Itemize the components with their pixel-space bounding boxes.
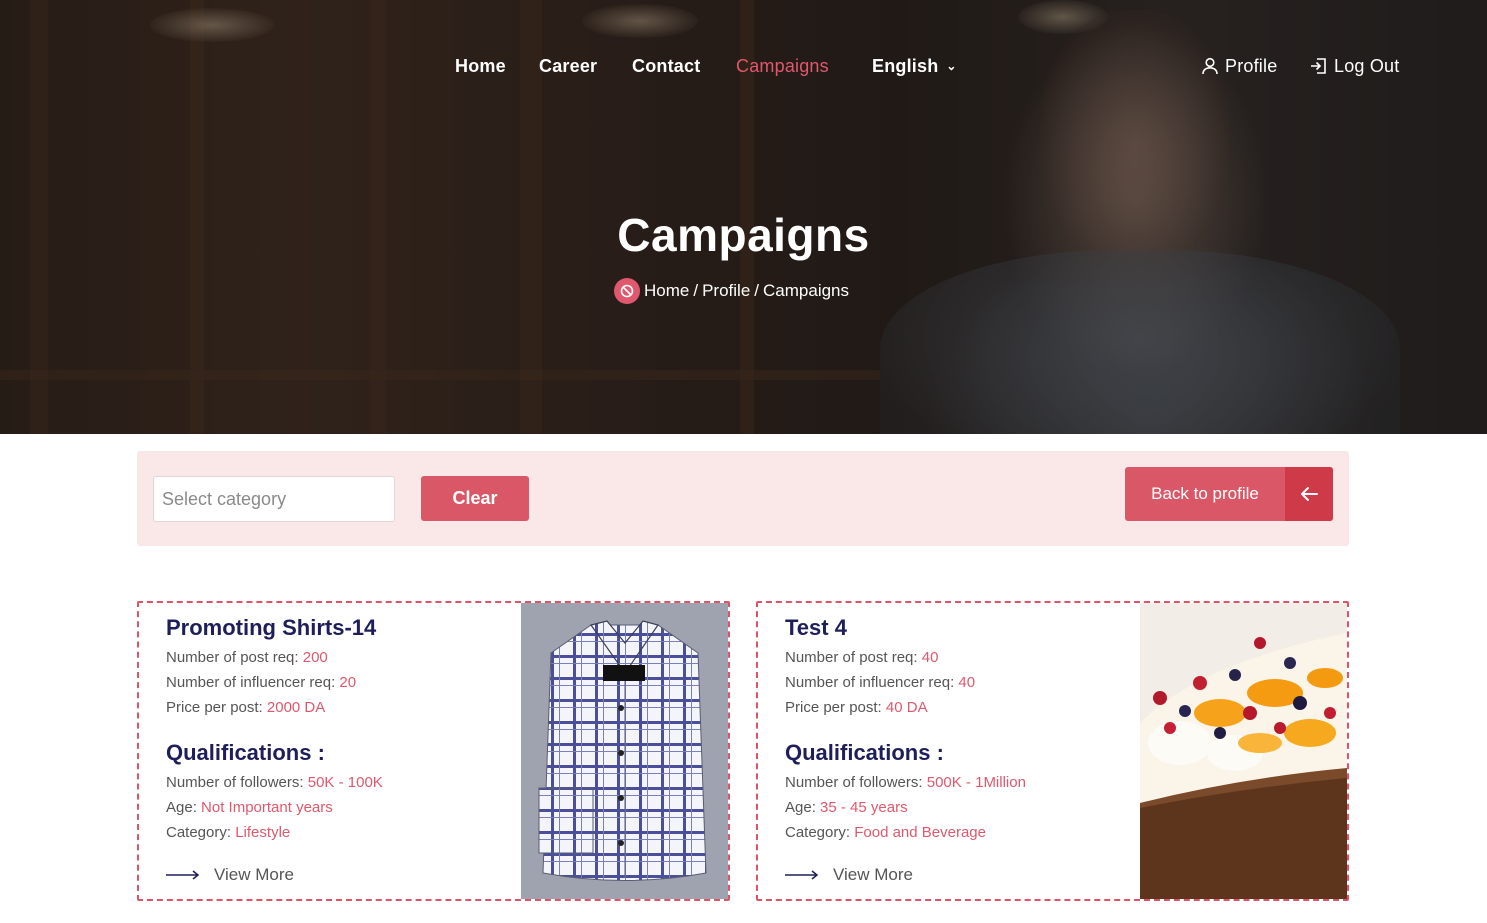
view-more-link[interactable]: View More <box>785 865 913 885</box>
nav-campaigns[interactable]: Campaigns <box>736 56 829 77</box>
language-selector[interactable]: English ⌄ <box>872 56 957 77</box>
language-label: English <box>872 56 939 76</box>
nav-home[interactable]: Home <box>455 56 506 77</box>
arrow-right-icon <box>785 870 819 880</box>
nav-career[interactable]: Career <box>539 56 597 77</box>
breadcrumb: Home / Profile / Campaigns <box>614 278 849 304</box>
user-icon <box>1202 57 1218 75</box>
campaign-card[interactable]: Test 4 Number of post req: 40 Number of … <box>756 601 1349 901</box>
chevron-down-icon: ⌄ <box>946 59 957 73</box>
campaign-title[interactable]: Test 4 <box>785 615 1135 645</box>
hero-banner: Home Career Contact Campaigns English ⌄ P… <box>0 0 1487 434</box>
clear-button[interactable]: Clear <box>421 476 529 521</box>
breadcrumb-separator: / <box>693 281 699 300</box>
campaign-card[interactable]: Promoting Shirts-14 Number of post req: … <box>137 601 730 901</box>
back-to-profile-label: Back to profile <box>1151 484 1259 503</box>
logout-icon <box>1311 58 1326 74</box>
logout-label: Log Out <box>1334 56 1400 76</box>
breadcrumb-profile[interactable]: Profile <box>702 281 750 301</box>
posts-required: Number of post req: 40 <box>785 649 939 666</box>
filter-bar: Select category Clear Back to profile <box>137 451 1349 546</box>
arrow-left-icon <box>1285 467 1333 521</box>
campaign-icon <box>614 278 640 304</box>
influencers-required: Number of influencer req: 20 <box>166 674 357 691</box>
age-range: Age: Not Important years <box>166 799 333 816</box>
arrow-right-icon <box>166 870 200 880</box>
campaign-title[interactable]: Promoting Shirts-14 <box>166 615 516 645</box>
followers-range: Number of followers: 50K - 100K <box>166 774 383 791</box>
view-more-link[interactable]: View More <box>166 865 294 885</box>
page-title: Campaigns <box>617 209 870 261</box>
age-range: Age: 35 - 45 years <box>785 799 908 816</box>
influencers-required: Number of influencer req: 40 <box>785 674 976 691</box>
posts-required: Number of post req: 200 <box>166 649 328 666</box>
category: Category: Lifestyle <box>166 824 291 841</box>
price-per-post: Price per post: 40 DA <box>785 699 928 716</box>
nav-logout[interactable]: Log Out <box>1310 56 1399 77</box>
tart-image <box>1140 603 1347 899</box>
qualifications-heading: Qualifications : <box>166 740 325 765</box>
breadcrumb-current: Campaigns <box>763 281 850 300</box>
price-per-post: Price per post: 2000 DA <box>166 699 326 716</box>
profile-label: Profile <box>1225 56 1278 76</box>
view-more-label: View More <box>833 865 913 884</box>
main-nav: Home Career Contact Campaigns English ⌄ P… <box>0 56 1487 82</box>
qualifications-heading: Qualifications : <box>785 740 944 765</box>
nav-contact[interactable]: Contact <box>632 56 700 77</box>
view-more-label: View More <box>214 865 294 884</box>
nav-profile[interactable]: Profile <box>1201 56 1277 77</box>
category-select[interactable]: Select category <box>153 476 395 522</box>
followers-range: Number of followers: 500K - 1Million <box>785 774 1026 791</box>
back-to-profile-button[interactable]: Back to profile <box>1125 467 1333 521</box>
shirt-image <box>521 603 728 899</box>
breadcrumb-separator: / <box>754 281 760 300</box>
category: Category: Food and Beverage <box>785 824 986 841</box>
breadcrumb-home[interactable]: Home <box>644 281 689 301</box>
